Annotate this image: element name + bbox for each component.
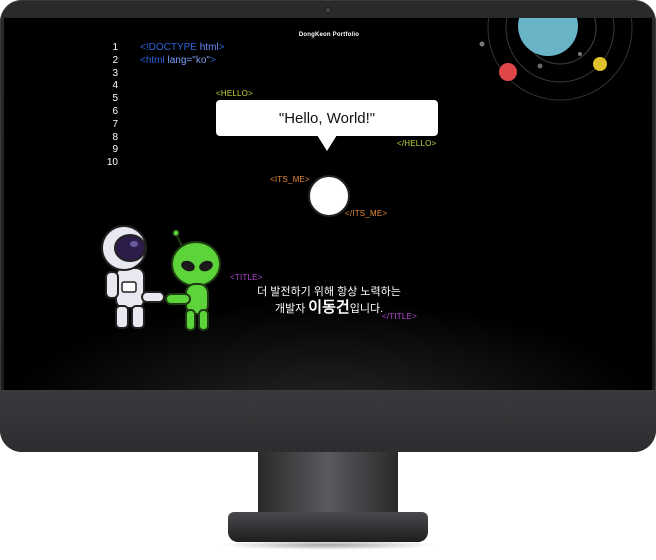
monitor-stand-neck xyxy=(258,452,398,514)
hello-close-tag: </HELLO> xyxy=(397,139,437,148)
stand-shadow xyxy=(220,540,436,550)
yellow-planet xyxy=(593,57,607,71)
hello-message: "Hello, World!" xyxy=(278,109,376,127)
intro-line-1: 더 발전하기 위해 항상 노력하는 xyxy=(257,286,401,298)
astronaut-icon xyxy=(101,225,165,329)
site-title[interactable]: DongKeon Portfolio xyxy=(284,32,374,38)
hello-bubble: "Hello, World!" xyxy=(216,100,438,136)
title-open-tag: <TITLE> xyxy=(230,273,263,282)
line-numbers: 1 2 3 4 5 6 7 8 9 10 xyxy=(106,42,118,169)
developer-name: 이동건 xyxy=(308,299,350,316)
monitor-stand-base xyxy=(228,512,428,542)
bubble-tail xyxy=(317,135,337,151)
camera-icon xyxy=(324,6,332,14)
its-me-close-tag: </ITS_ME> xyxy=(345,209,388,218)
code-block: <!DOCTYPE html> <html lang="ko"> xyxy=(140,42,225,68)
code-line-1: <!DOCTYPE html> xyxy=(140,42,225,53)
red-planet xyxy=(499,63,517,81)
profile-avatar xyxy=(308,175,350,217)
solar-system-icon xyxy=(479,18,633,101)
screen: DongKeon Portfolio 1 2 3 4 5 6 7 8 9 10 xyxy=(4,18,652,390)
its-me-open-tag: <ITS_ME> xyxy=(270,175,310,184)
monitor-frame: DongKeon Portfolio 1 2 3 4 5 6 7 8 9 10 xyxy=(0,0,656,452)
teal-planet xyxy=(518,18,578,56)
hello-open-tag: <HELLO> xyxy=(216,89,253,98)
alien-icon xyxy=(165,229,221,331)
title-close-tag: </TITLE> xyxy=(382,312,417,321)
astronaut-alien-illustration xyxy=(101,225,221,331)
monitor-chin xyxy=(0,390,656,452)
code-line-2: <html lang="ko"> xyxy=(140,54,216,66)
